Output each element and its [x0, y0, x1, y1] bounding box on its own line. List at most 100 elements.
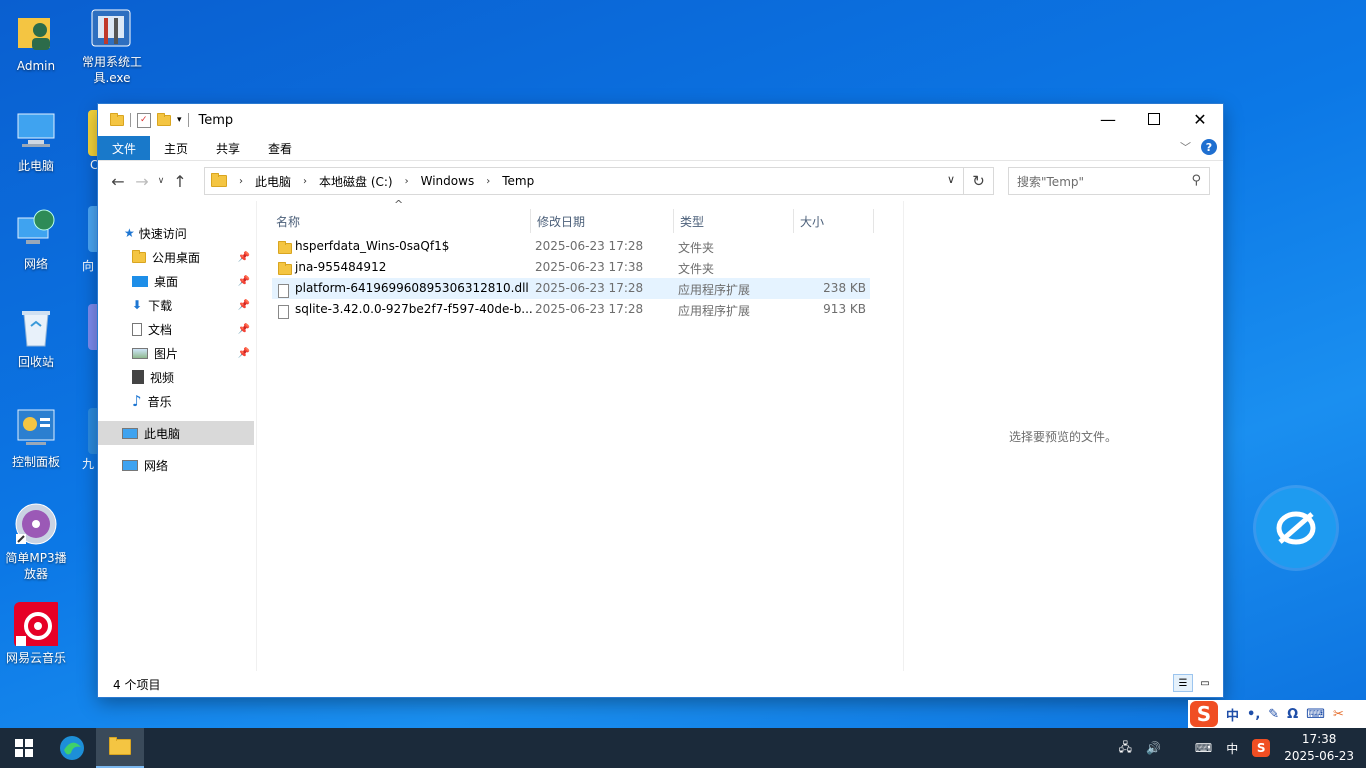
table-row[interactable]: jna-955484912 2025-06-23 17:38 文件夹 — [272, 257, 870, 278]
special-char-icon[interactable]: Ω — [1287, 707, 1298, 722]
help-icon[interactable]: ? — [1201, 139, 1217, 155]
punctuation-icon[interactable]: •, — [1247, 707, 1260, 722]
search-input[interactable]: 搜索"Temp" ⚲ — [1008, 167, 1210, 195]
ime-indicator[interactable]: 中 — [1226, 740, 1238, 757]
pin-icon[interactable]: 📌 — [238, 300, 250, 311]
tab-view[interactable]: 查看 — [254, 136, 306, 160]
chevron-right-icon[interactable]: › — [239, 176, 243, 187]
navigation-pane: ★ 快速访问 公用桌面 📌 桌面 📌 ⬇ 下载 📌 文档 📌 图片 📌 视频 ♪… — [98, 201, 257, 671]
details-view-icon[interactable]: ☰ — [1173, 674, 1193, 692]
desktop-icon-network[interactable]: 网络 — [0, 208, 72, 272]
column-header-size[interactable]: 大小 — [794, 209, 874, 233]
nav-this-pc[interactable]: 此电脑 — [98, 421, 254, 445]
maximize-button[interactable] — [1131, 104, 1177, 134]
desktop-icon-netease-music[interactable]: 网易云音乐 — [0, 602, 72, 666]
desktop-icon-mp3-player[interactable]: 简单MP3播放器 — [0, 502, 72, 582]
desktop-icon-label: Admin — [16, 59, 56, 73]
nav-music[interactable]: ♪ 音乐 — [98, 389, 254, 413]
table-row[interactable]: platform-641969960895306312810.dll 2025-… — [272, 278, 870, 299]
file-list: ^ 名称 修改日期 类型 大小 hsperfdata_Wins-0saQf1$ … — [268, 198, 904, 671]
nav-label: 此电脑 — [144, 426, 181, 441]
breadcrumb-temp[interactable]: Temp — [502, 174, 534, 188]
nav-network[interactable]: 网络 — [98, 453, 254, 477]
file-type: 应用程序扩展 — [678, 283, 751, 297]
file-date: 2025-06-23 17:38 — [535, 260, 644, 274]
windows-start-icon[interactable] — [0, 728, 48, 768]
nav-documents[interactable]: 文档 📌 — [98, 317, 254, 341]
network-status-icon[interactable]: 🖧 — [1119, 738, 1132, 759]
forward-arrow-icon[interactable]: → — [130, 172, 154, 191]
new-folder-icon[interactable] — [157, 112, 171, 126]
chevron-right-icon[interactable]: › — [486, 176, 490, 187]
desktop-icon-partial — [88, 110, 98, 156]
refresh-button[interactable]: ↻ — [964, 167, 994, 195]
ime-toolbar[interactable]: S 中 •, ✎ Ω ⌨ ✂ — [1188, 700, 1366, 728]
nav-label: 文档 — [148, 322, 173, 337]
picture-icon — [132, 347, 148, 359]
sogou-logo-icon[interactable]: S — [1190, 701, 1218, 727]
skin-icon[interactable]: ✂ — [1333, 707, 1344, 722]
nav-desktop[interactable]: 桌面 📌 — [98, 269, 254, 293]
edge-browser-icon[interactable] — [48, 728, 96, 768]
table-row[interactable]: hsperfdata_Wins-0saQf1$ 2025-06-23 17:28… — [272, 236, 870, 257]
minimize-button[interactable]: — — [1085, 104, 1131, 134]
desktop-icon-this-pc[interactable]: 此电脑 — [0, 110, 72, 174]
pin-icon[interactable]: 📌 — [238, 252, 250, 263]
title-bar[interactable]: ✓ ▾ Temp — ✕ — [98, 104, 1223, 136]
status-bar: 4 个项目 ☰ ▭ — [98, 671, 1223, 697]
nav-label: 视频 — [150, 370, 175, 385]
file-name: jna-955484912 — [295, 260, 387, 274]
file-type: 文件夹 — [678, 262, 715, 276]
tab-share[interactable]: 共享 — [202, 136, 254, 160]
file-explorer-taskbar-icon[interactable] — [96, 728, 144, 768]
nav-pictures[interactable]: 图片 📌 — [98, 341, 254, 365]
ime-mode-label[interactable]: 中 — [1226, 705, 1239, 724]
breadcrumb-local-disk[interactable]: 本地磁盘 (C:) — [319, 173, 393, 190]
properties-icon[interactable]: ✓ — [137, 112, 151, 128]
nav-label: 公用桌面 — [152, 250, 201, 265]
pin-icon[interactable]: 📌 — [238, 348, 250, 359]
column-header-type[interactable]: 类型 — [674, 209, 794, 233]
recent-locations-icon[interactable]: ∨ — [154, 176, 168, 186]
close-button[interactable]: ✕ — [1177, 104, 1223, 134]
address-bar[interactable]: › 此电脑 › 本地磁盘 (C:) › Windows › Temp ∨ — [204, 167, 964, 195]
nav-public-desktop[interactable]: 公用桌面 📌 — [98, 245, 254, 269]
tab-file[interactable]: 文件 — [98, 136, 151, 160]
column-header-date[interactable]: 修改日期 — [531, 209, 674, 233]
nav-quick-access[interactable]: ★ 快速访问 — [98, 221, 254, 245]
chevron-right-icon[interactable]: › — [405, 176, 409, 187]
customize-toolbar-icon[interactable]: ▾ — [177, 115, 182, 125]
pin-icon[interactable]: 📌 — [238, 324, 250, 335]
breadcrumb-this-pc[interactable]: 此电脑 — [255, 173, 291, 190]
desktop-icon-control-panel[interactable]: 控制面板 — [0, 406, 72, 470]
touch-keyboard-icon[interactable]: ⌨ — [1195, 741, 1212, 755]
pin-icon[interactable]: 📌 — [238, 276, 250, 287]
sogou-tray-icon[interactable]: S — [1252, 739, 1271, 757]
desktop-icon-admin[interactable]: Admin — [0, 10, 72, 74]
column-header-name[interactable]: 名称 — [270, 209, 531, 233]
volume-icon[interactable]: 🔊 — [1146, 741, 1161, 755]
computer-icon — [14, 110, 58, 154]
tab-home[interactable]: 主页 — [150, 136, 202, 160]
breadcrumb-windows[interactable]: Windows — [421, 174, 475, 188]
floating-assistant-icon[interactable] — [1256, 488, 1336, 568]
up-arrow-icon[interactable]: ↑ — [168, 172, 192, 191]
expand-ribbon-icon[interactable]: ﹀ — [1180, 139, 1191, 155]
table-row[interactable]: sqlite-3.42.0.0-927be2f7-f597-40de-b... … — [272, 299, 870, 320]
taskbar-clock[interactable]: 17:38 2025-06-23 — [1284, 731, 1354, 765]
nav-downloads[interactable]: ⬇ 下载 📌 — [98, 293, 254, 317]
desktop-icon-label: 回收站 — [17, 355, 54, 369]
soft-keyboard-icon[interactable]: ⌨ — [1306, 707, 1325, 722]
back-arrow-icon[interactable]: ← — [106, 172, 130, 191]
nav-videos[interactable]: 视频 — [98, 365, 254, 389]
chevron-down-icon[interactable]: ∨ — [947, 173, 955, 186]
chevron-right-icon[interactable]: › — [303, 176, 307, 187]
file-size: 913 KB — [823, 302, 866, 316]
desktop-icon-system-tools[interactable]: 常用系统工具.exe — [76, 6, 148, 86]
folder-icon — [110, 112, 124, 126]
handwriting-icon[interactable]: ✎ — [1268, 707, 1279, 722]
folder-icon — [211, 173, 227, 187]
desktop-icon-recycle-bin[interactable]: 回收站 — [0, 306, 72, 370]
large-icons-view-icon[interactable]: ▭ — [1195, 674, 1215, 692]
computer-icon — [122, 427, 138, 439]
